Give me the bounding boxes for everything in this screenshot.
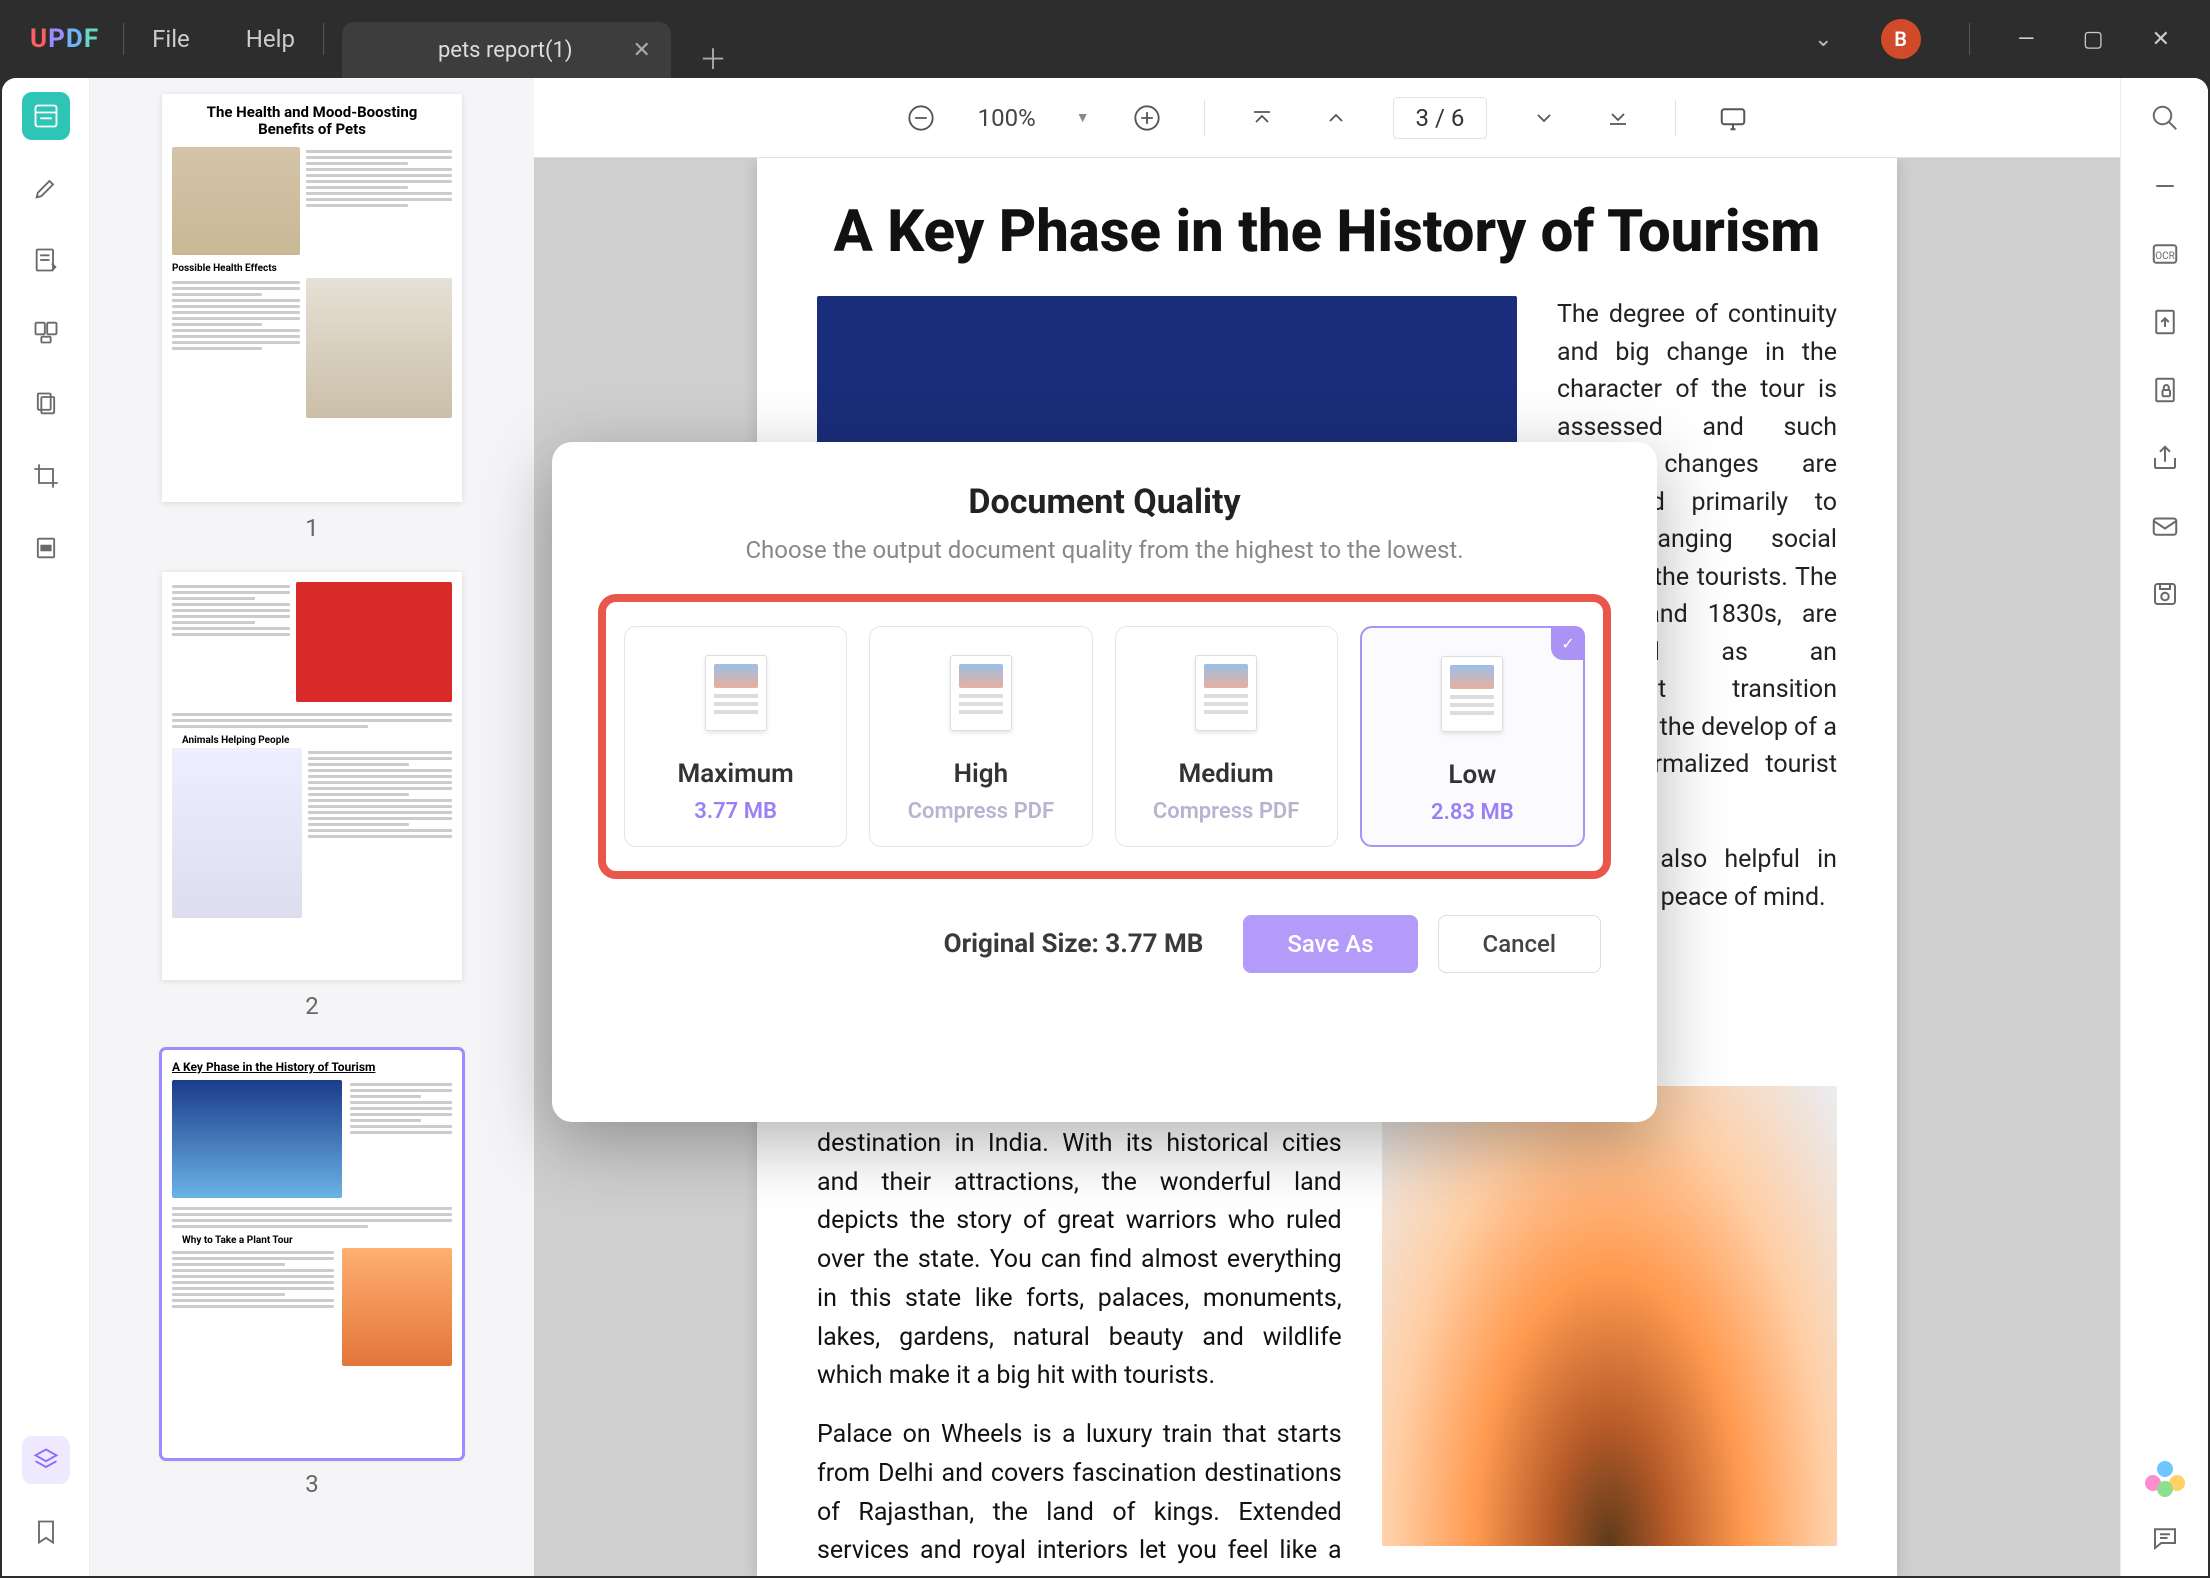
left-tool-strip [2,78,90,1576]
layers-icon[interactable] [22,1436,70,1484]
view-toolbar: 100% ▼ 3 / 6 [534,78,2120,158]
ai-assistant-icon[interactable] [2147,1460,2183,1496]
document-icon [1441,656,1503,732]
user-avatar[interactable]: B [1881,19,1921,59]
dialog-title: Document Quality [598,482,1611,522]
thumbnail-page-1[interactable]: The Health and Mood-Boosting Benefits of… [162,94,462,502]
chevron-down-icon[interactable]: ⌄ [1814,27,1832,52]
zoom-in-icon[interactable] [1130,101,1164,135]
menu-help[interactable]: Help [218,25,323,53]
organize-pages-icon[interactable] [22,308,70,356]
comment-icon[interactable] [2147,1520,2183,1556]
thumb-subtitle: Possible Health Effects [162,259,462,276]
thumbnail-page-3[interactable]: A Key Phase in the History of Tourism Wh… [162,1050,462,1458]
reader-mode-icon[interactable] [22,92,70,140]
page-paragraph: the royal land is the most sought after … [817,1086,1342,1576]
zoom-out-icon[interactable] [904,101,938,135]
thumbnail-page-2[interactable]: Animals Helping People [162,572,462,980]
document-quality-dialog: Document Quality Choose the output docum… [552,442,1657,1122]
protect-icon[interactable] [2147,372,2183,408]
svg-text:OCR: OCR [2155,251,2175,262]
ocr-icon[interactable]: OCR [2147,236,2183,272]
quality-option-high[interactable]: High Compress PDF [869,626,1092,847]
document-icon [1195,655,1257,731]
thumb-image [172,147,300,255]
highlight-icon[interactable] [22,164,70,212]
quality-option-low[interactable]: ✓ Low 2.83 MB [1360,626,1585,847]
thumbnail-panel: The Health and Mood-Boosting Benefits of… [90,78,534,1576]
app-logo: UPDF [30,24,99,54]
dialog-subtitle: Choose the output document quality from … [598,536,1611,564]
next-page-icon[interactable] [1527,101,1561,135]
convert-icon[interactable] [2147,304,2183,340]
minimize-icon[interactable]: — [2018,27,2035,52]
close-tab-icon[interactable]: ✕ [633,38,651,63]
thumb-subtitle: Animals Helping People [172,731,452,748]
maximize-icon[interactable]: ▢ [2083,27,2104,52]
thumb-title: A Key Phase in the History of Tourism [172,1060,452,1074]
edit-text-icon[interactable] [22,236,70,284]
add-tab-icon[interactable]: ＋ [699,38,727,78]
tab-bar: pets report(1) ✕ ＋ [342,0,727,78]
divider [1969,23,1970,55]
share-icon[interactable] [2147,440,2183,476]
menu-file[interactable]: File [124,25,218,53]
divider [323,23,324,55]
thumb-image [172,1080,342,1198]
page-heading: A Key Phase in the History of Tourism [817,188,1837,296]
thumb-number: 2 [120,992,504,1020]
thumb-image [296,582,452,702]
tab-title: pets report(1) [438,38,573,63]
quality-option-medium[interactable]: Medium Compress PDF [1115,626,1338,847]
search-icon[interactable] [2147,100,2183,136]
save-icon[interactable] [2147,576,2183,612]
page-photo-eiffel [1382,1086,1837,1546]
crop-icon[interactable] [22,452,70,500]
document-icon [950,655,1012,731]
minus-icon[interactable] [2147,168,2183,204]
zoom-dropdown-icon[interactable]: ▼ [1076,109,1090,126]
cancel-button[interactable]: Cancel [1438,915,1601,973]
bookmark-icon[interactable] [22,1508,70,1556]
page-indicator[interactable]: 3 / 6 [1393,97,1488,139]
original-size-label: Original Size: 3.77 MB [944,929,1204,959]
first-page-icon[interactable] [1245,101,1279,135]
document-tab[interactable]: pets report(1) ✕ [342,22,671,78]
email-icon[interactable] [2147,508,2183,544]
last-page-icon[interactable] [1601,101,1635,135]
quality-options-highlight: Maximum 3.77 MB High Compress PDF Medium… [598,594,1611,879]
prev-page-icon[interactable] [1319,101,1353,135]
document-icon [705,655,767,731]
divider [1204,100,1205,136]
divider [1675,100,1676,136]
page-tools-icon[interactable] [22,380,70,428]
thumb-image [172,748,302,918]
thumb-title: The Health and Mood-Boosting Benefits of… [162,94,462,143]
presentation-icon[interactable] [1716,101,1750,135]
thumb-subtitle: Why to Take a Plant Tour [172,1231,452,1248]
thumb-image [306,278,452,418]
title-bar: UPDF File Help pets report(1) ✕ ＋ ⌄ B — … [0,0,2210,78]
check-icon: ✓ [1551,626,1585,660]
close-icon[interactable]: ✕ [2152,27,2170,52]
quality-option-maximum[interactable]: Maximum 3.77 MB [624,626,847,847]
thumb-number: 3 [120,1470,504,1498]
save-as-button[interactable]: Save As [1243,915,1417,973]
thumb-image [342,1248,452,1366]
zoom-value: 100% [978,104,1036,132]
redact-icon[interactable] [22,524,70,572]
right-tool-strip: OCR [2120,78,2208,1576]
thumb-number: 1 [120,514,504,542]
